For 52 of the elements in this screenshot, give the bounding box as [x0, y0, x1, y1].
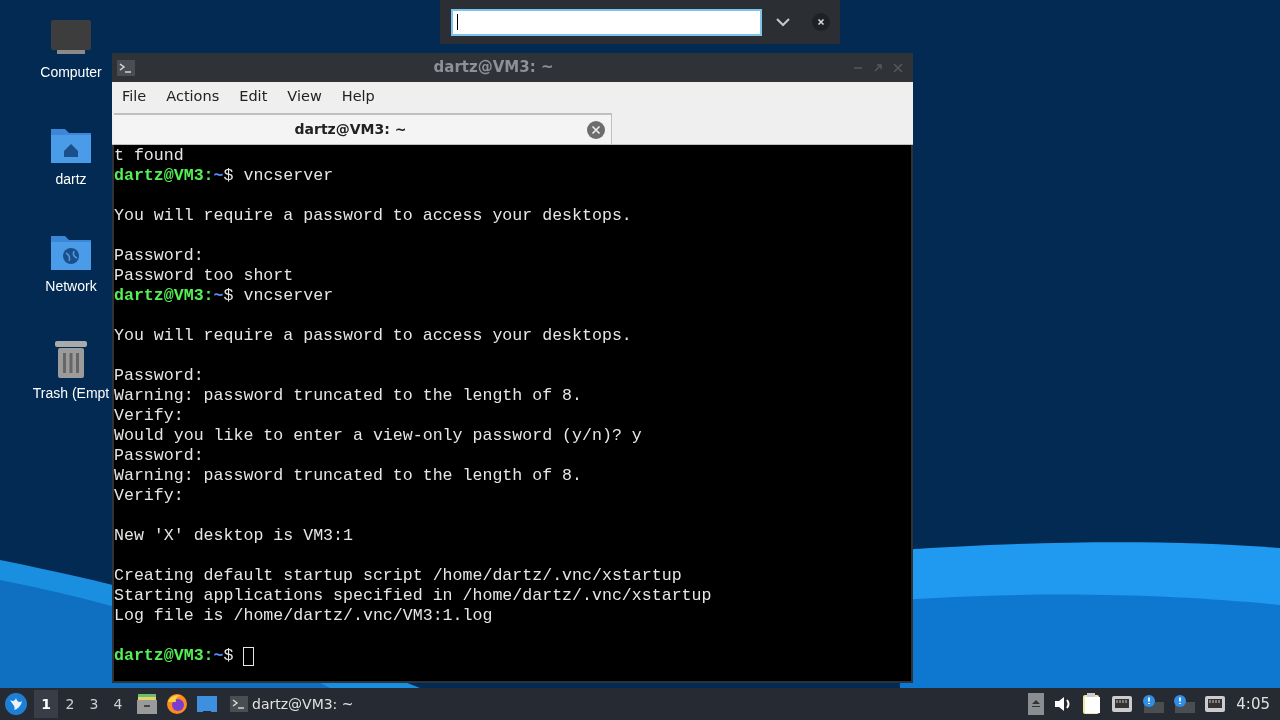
- menu-item[interactable]: View: [279, 86, 330, 108]
- info-alert-icon[interactable]: [1142, 694, 1165, 714]
- workspace-button[interactable]: 2: [58, 690, 82, 718]
- shell-prompt: dartz@VM3:~$ vncserver: [114, 166, 334, 185]
- terminal-output-line: Password too short: [114, 266, 294, 285]
- terminal-output-line: Verify:: [114, 406, 184, 425]
- menu-item[interactable]: Edit: [231, 86, 276, 108]
- file-cabinet-icon[interactable]: [136, 693, 158, 715]
- window-title: dartz@VM3: ~: [433, 57, 554, 79]
- ethernet-port-icon[interactable]: [1204, 695, 1227, 713]
- shell-prompt: dartz@VM3:~$: [114, 646, 235, 665]
- terminal-icon: [230, 696, 248, 712]
- workspace-button[interactable]: 1: [34, 690, 58, 718]
- ethernet-port-icon[interactable]: [1111, 695, 1134, 713]
- terminal-output-line: Creating default startup script /home/dartz/.vnc/xstartup: [114, 566, 682, 585]
- close-tab-icon[interactable]: [587, 120, 605, 139]
- start-menu-icon[interactable]: [4, 692, 28, 716]
- shell-prompt: dartz@VM3:~$ vncserver: [114, 286, 334, 305]
- terminal-output-line: Would you like to enter a view-only password (y/n)? y: [114, 426, 642, 445]
- clock[interactable]: 4:05: [1236, 692, 1270, 716]
- taskbar-task[interactable]: dartz@VM3: ~: [228, 690, 356, 718]
- terminal-output-line: Verify:: [114, 486, 184, 505]
- terminal-output-line: Starting applications specified in /home/dartz/.vnc/xstartup: [114, 586, 712, 605]
- terminal-output-line: Warning: password truncated to the length of 8.: [114, 466, 583, 485]
- terminal-output-line: Warning: password truncated to the length of 8.: [114, 386, 583, 405]
- terminal-output-line: Password:: [114, 446, 204, 465]
- icon-label[interactable]: Network: [45, 276, 97, 297]
- menu-item[interactable]: Help: [333, 86, 383, 108]
- icon-label[interactable]: Trash (Empt: [32, 383, 110, 404]
- terminal-output-line: Password:: [114, 366, 204, 385]
- info-alert-icon[interactable]: [1173, 694, 1196, 714]
- icon-label[interactable]: dartz: [55, 169, 87, 190]
- terminal-output-line: New 'X' desktop is VM3:1: [114, 526, 353, 545]
- show-desktop-icon[interactable]: [196, 694, 218, 714]
- terminal-icon: [117, 59, 135, 76]
- terminal-output-line: You will require a password to access your desktops.: [114, 326, 632, 345]
- terminal-output-line: Password:: [114, 246, 204, 265]
- workspace-button[interactable]: 4: [106, 690, 130, 718]
- search-field[interactable]: [451, 8, 762, 36]
- icon-label[interactable]: Computer: [40, 62, 102, 83]
- terminal-output-line: You will require a password to access your desktops.: [114, 206, 632, 225]
- eject-icon[interactable]: [1028, 693, 1045, 715]
- menu-item[interactable]: Actions: [158, 86, 228, 108]
- workspace-button[interactable]: 3: [82, 690, 106, 718]
- menu-item[interactable]: File: [114, 86, 155, 108]
- terminal-output-line: Log file is /home/dartz/.vnc/VM3:1.log: [114, 606, 493, 625]
- terminal-tab[interactable]: dartz@VM3: ~: [114, 113, 612, 144]
- terminal-output-line: t found: [114, 146, 184, 165]
- close-icon[interactable]: [812, 13, 830, 31]
- chevron-down-icon[interactable]: [776, 17, 790, 27]
- browser-icon[interactable]: [166, 693, 188, 715]
- clipboard-icon[interactable]: [1082, 693, 1103, 715]
